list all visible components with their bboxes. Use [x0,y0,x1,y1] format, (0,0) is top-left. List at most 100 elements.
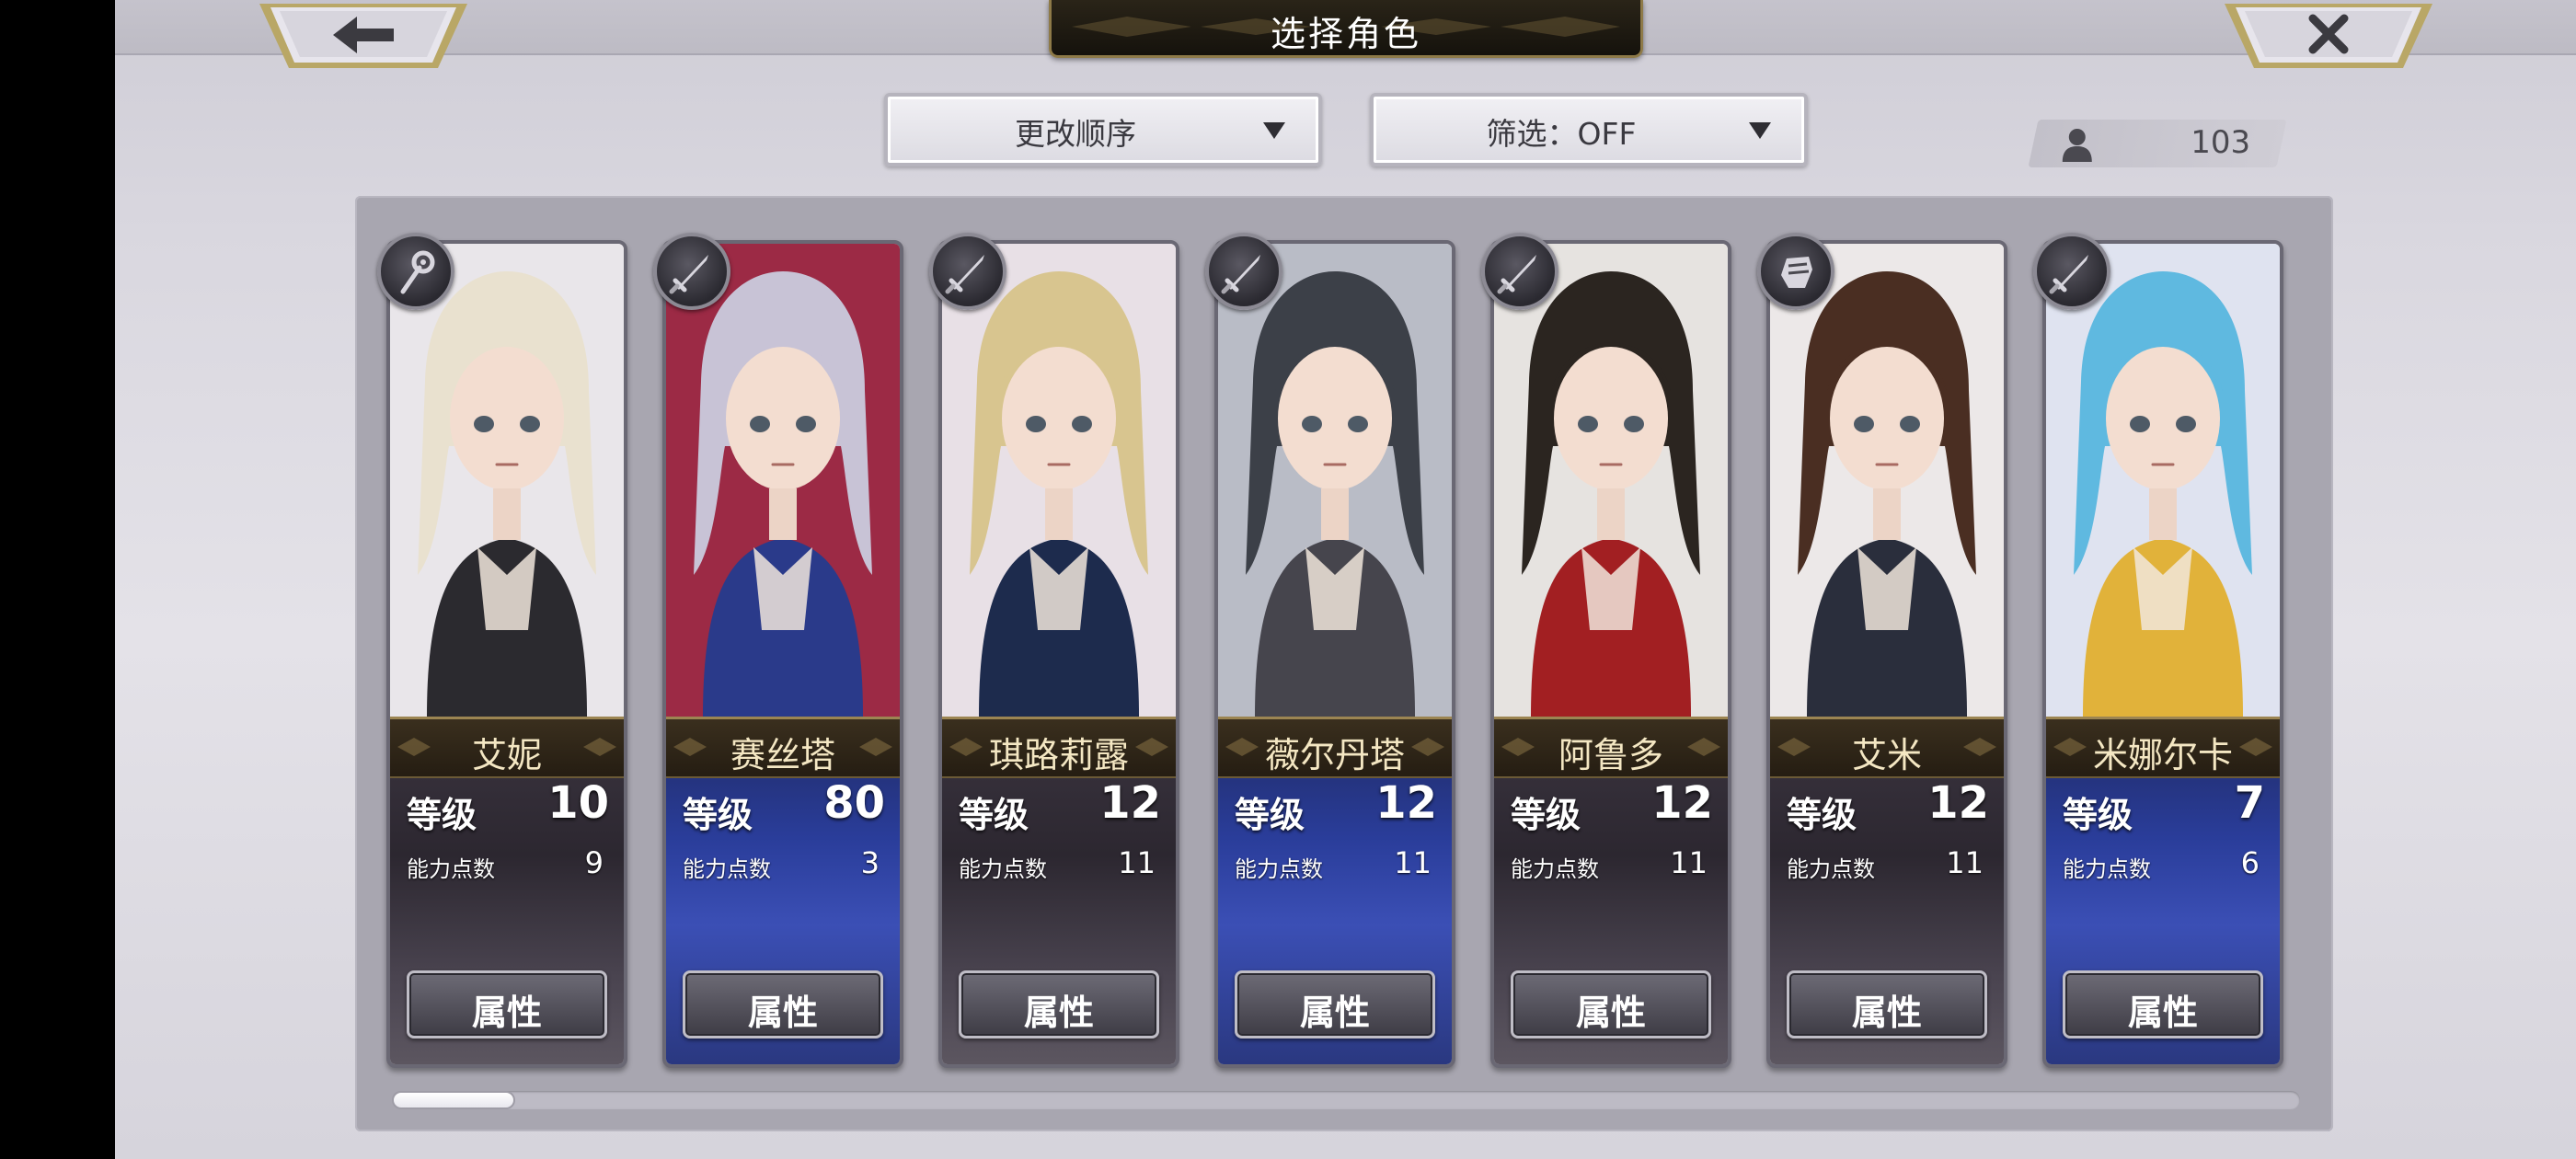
page-title: 选择角色 [1270,14,1421,54]
chevron-down-icon [1263,122,1285,139]
sword-icon [653,233,730,310]
ability-points-value: 3 [860,845,880,880]
filter-label: 筛选：OFF [1486,116,1637,152]
character-portrait[interactable] [2046,244,2280,717]
level-label: 等级 [1235,795,1305,835]
staff-icon [377,233,454,310]
ability-points-label: 能力点数 [2063,856,2151,882]
attribute-button-label: 属性 [1575,993,1646,1033]
ability-points-value: 9 [584,845,604,880]
attribute-button-label: 属性 [2127,993,2198,1033]
ability-points-value: 11 [1394,845,1432,880]
ability-points-value: 6 [2240,845,2260,880]
character-select-screen: 选择角色 更改顺序 筛选：OFF 103 艾妮 等级 10 能力点数 9 属性 … [115,0,2576,1159]
level-label: 等级 [1511,795,1581,835]
filter-dropdown[interactable]: 筛选：OFF [1370,93,1808,166]
character-portrait-image [1494,244,1728,717]
ability-points-value: 11 [1118,845,1156,880]
character-card[interactable]: 薇尔丹塔 等级 12 能力点数 11 属性 [1205,233,1457,1068]
character-portrait[interactable] [390,244,624,717]
character-card-frame: 艾米 等级 12 能力点数 11 属性 [1766,240,2007,1068]
sort-order-dropdown[interactable]: 更改顺序 [884,93,1322,166]
roster-count-badge: 103 [2028,120,2287,167]
attribute-button-label: 属性 [1299,993,1370,1033]
level-value: 80 [823,777,885,829]
attribute-button[interactable]: 属性 [407,970,607,1039]
character-card[interactable]: 阿鲁多 等级 12 能力点数 11 属性 [1481,233,1733,1068]
character-portrait[interactable] [666,244,900,717]
left-arrow-icon [333,17,394,53]
attribute-button[interactable]: 属性 [2063,970,2263,1039]
character-roster-panel: 艾妮 等级 10 能力点数 9 属性 赛丝塔 等级 80 能力点数 3 属性 琪… [355,196,2333,1131]
character-card[interactable]: 艾米 等级 12 能力点数 11 属性 [1757,233,2009,1068]
character-name-band: 赛丝塔 [666,717,900,778]
character-card-frame: 阿鲁多 等级 12 能力点数 11 属性 [1490,240,1731,1068]
attribute-button-label: 属性 [747,993,818,1033]
character-portrait[interactable] [1494,244,1728,717]
sword-icon [1205,233,1282,310]
character-name-band: 琪路莉露 [942,717,1176,778]
character-portrait-image [666,244,900,717]
attribute-button[interactable]: 属性 [1787,970,1987,1039]
chevron-down-icon [1749,122,1771,139]
gauntlet-icon [1757,233,1834,310]
character-portrait-image [942,244,1176,717]
character-name-band: 米娜尔卡 [2046,717,2280,778]
ability-points-label: 能力点数 [1787,856,1875,882]
ability-points-label: 能力点数 [1511,856,1599,882]
character-card-frame: 薇尔丹塔 等级 12 能力点数 11 属性 [1214,240,1455,1068]
level-value: 10 [547,777,609,829]
character-name: 米娜尔卡 [2092,735,2233,775]
attribute-button[interactable]: 属性 [683,970,883,1039]
character-card[interactable]: 艾妮 等级 10 能力点数 9 属性 [377,233,629,1068]
ability-points-value: 11 [1946,845,1984,880]
close-x-icon [2308,14,2349,54]
attribute-button[interactable]: 属性 [959,970,1159,1039]
ability-points-value: 11 [1670,845,1708,880]
character-card-frame: 艾妮 等级 10 能力点数 9 属性 [386,240,627,1068]
level-value: 7 [2234,777,2265,829]
character-stats: 艾妮 等级 10 能力点数 9 属性 [390,717,624,1064]
character-name: 琪路莉露 [988,735,1129,775]
sword-icon [2033,233,2110,310]
character-portrait[interactable] [942,244,1176,717]
character-name-band: 薇尔丹塔 [1218,717,1452,778]
character-portrait[interactable] [1770,244,2004,717]
attribute-button-label: 属性 [1023,993,1094,1033]
attribute-button-label: 属性 [471,993,542,1033]
back-button[interactable] [258,0,469,70]
person-icon [2062,129,2092,162]
character-name: 阿鲁多 [1558,735,1663,775]
attribute-button[interactable]: 属性 [1235,970,1435,1039]
character-stats: 琪路莉露 等级 12 能力点数 11 属性 [942,717,1176,1064]
character-card-frame: 琪路莉露 等级 12 能力点数 11 属性 [938,240,1179,1068]
character-stats: 薇尔丹塔 等级 12 能力点数 11 属性 [1218,717,1452,1064]
sort-order-label: 更改顺序 [1015,116,1136,152]
ability-points-label: 能力点数 [959,856,1047,882]
attribute-button[interactable]: 属性 [1511,970,1711,1039]
horizontal-scrollbar[interactable] [392,1091,2300,1109]
sword-icon [929,233,1006,310]
character-portrait-image [2046,244,2280,717]
character-name-band: 艾米 [1770,717,2004,778]
character-stats: 艾米 等级 12 能力点数 11 属性 [1770,717,2004,1064]
level-label: 等级 [1787,795,1857,835]
character-portrait[interactable] [1218,244,1452,717]
close-button[interactable] [2223,0,2434,70]
character-card[interactable]: 米娜尔卡 等级 7 能力点数 6 属性 [2033,233,2285,1068]
character-name-band: 艾妮 [390,717,624,778]
character-card[interactable]: 赛丝塔 等级 80 能力点数 3 属性 [653,233,905,1068]
character-name-band: 阿鲁多 [1494,717,1728,778]
level-label: 等级 [407,795,477,835]
ability-points-label: 能力点数 [407,856,495,882]
character-name: 艾米 [1851,735,1922,775]
level-label: 等级 [959,795,1029,835]
character-name: 赛丝塔 [730,735,835,775]
ability-points-label: 能力点数 [1235,856,1323,882]
attribute-button-label: 属性 [1851,993,1922,1033]
level-value: 12 [1099,777,1161,829]
character-portrait-image [1770,244,2004,717]
scrollbar-thumb[interactable] [392,1091,515,1109]
level-label: 等级 [683,795,753,835]
character-card[interactable]: 琪路莉露 等级 12 能力点数 11 属性 [929,233,1181,1068]
